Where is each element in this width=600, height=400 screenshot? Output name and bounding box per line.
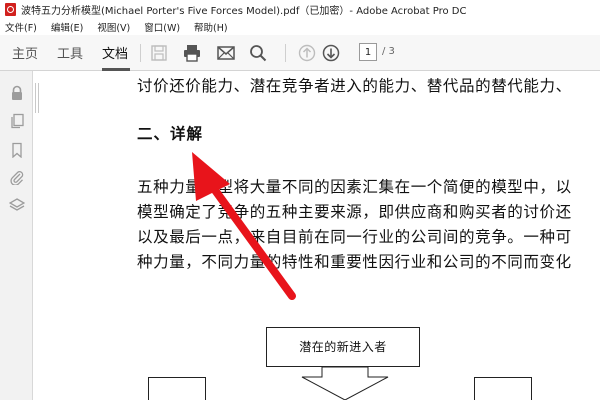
attachment-icon[interactable] (9, 169, 25, 185)
toolbar-divider (140, 44, 141, 62)
window-title: 波特五力分析模型(Michael Porter's Five Forces Mo… (21, 6, 467, 17)
toolbar: 主页 工具 文档 1 / 3 (0, 35, 600, 71)
page-up-icon[interactable] (297, 43, 317, 63)
pages-icon[interactable] (9, 113, 25, 129)
menu-file[interactable]: 文件(F) (0, 20, 44, 34)
tab-document[interactable]: 文档 (102, 43, 128, 62)
menu-window[interactable]: 窗口(W) (137, 20, 187, 34)
document-page: 讨价还价能力、潜在竞争者进入的能力、替代品的替代能力、 二、详解 五种力量模型将… (42, 71, 600, 400)
section-heading: 二、详解 (137, 125, 204, 143)
page-number-input[interactable]: 1 (359, 43, 377, 61)
menu-edit[interactable]: 编辑(E) (44, 20, 90, 34)
doc-text-line: 种力量，不同力量的特性和重要性因行业和公司的不同而变化 (137, 253, 572, 271)
diagram-box-left (148, 377, 206, 400)
save-icon[interactable] (149, 43, 169, 63)
layers-icon[interactable] (9, 197, 25, 213)
page-down-icon[interactable] (321, 43, 341, 63)
doc-text-line: 五种力量模型将大量不同的因素汇集在一个简便的模型中，以 (137, 178, 572, 196)
menu-help[interactable]: 帮助(H) (187, 20, 235, 34)
diagram-down-arrow (301, 367, 389, 400)
diagram-box-label: 潜在的新进入者 (299, 340, 387, 354)
toolbar-divider (285, 44, 286, 62)
search-icon[interactable] (248, 43, 268, 63)
diagram-box-right (474, 377, 532, 400)
acrobat-icon (5, 3, 16, 16)
tab-tools[interactable]: 工具 (57, 43, 83, 62)
doc-text-line: 以及最后一点，来自目前在同一行业的公司间的竞争。一种可 (137, 228, 572, 246)
diagram-box-new-entrants: 潜在的新进入者 (266, 327, 420, 367)
doc-text-line: 模型确定了竞争的五种主要来源，即供应商和购买者的讨价还 (137, 203, 572, 221)
sidebar-resize-handle[interactable] (35, 83, 39, 113)
title-bar: 波特五力分析模型(Michael Porter's Five Forces Mo… (0, 0, 600, 19)
page-total: / 3 (382, 46, 395, 57)
menu-bar: 文件(F) 编辑(E) 视图(V) 窗口(W) 帮助(H) (0, 19, 600, 35)
doc-text-line: 讨价还价能力、潜在竞争者进入的能力、替代品的替代能力、 (137, 77, 572, 95)
menu-view[interactable]: 视图(V) (90, 20, 137, 34)
email-icon[interactable] (216, 43, 236, 63)
tab-home[interactable]: 主页 (12, 43, 38, 62)
print-icon[interactable] (182, 43, 202, 63)
lock-icon[interactable] (9, 85, 25, 101)
bookmark-icon[interactable] (9, 142, 25, 158)
navigation-sidebar (0, 71, 33, 400)
